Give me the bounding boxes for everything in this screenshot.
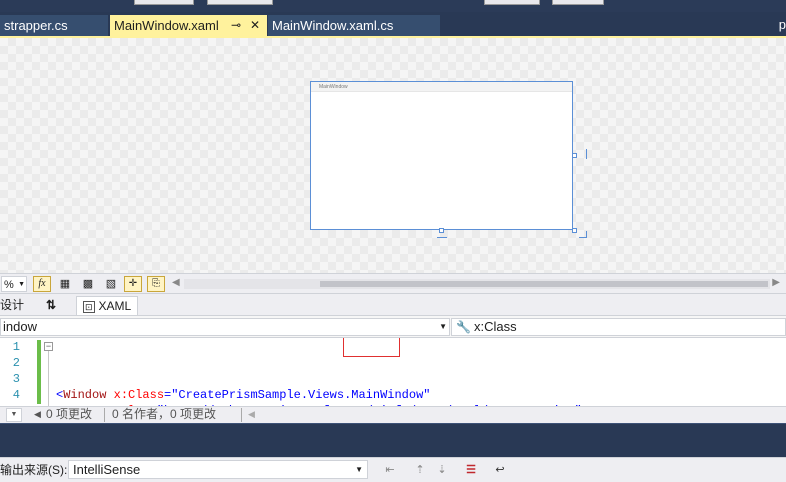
chevron-down-icon: ▼ — [439, 322, 447, 331]
changes-count[interactable]: 0 项更改 — [46, 407, 92, 422]
chevron-down-icon[interactable]: ▼ — [6, 408, 22, 422]
size-guide-vertical — [586, 149, 587, 159]
output-source-label: 输出来源(S): — [0, 463, 68, 477]
zoom-combo[interactable]: % ▼ — [1, 276, 27, 292]
scroll-right-icon[interactable]: ▶ — [772, 277, 780, 288]
tab-label: MainWindow.xaml — [114, 18, 219, 33]
toolbar-combo-1[interactable] — [134, 0, 194, 5]
element-selector-bar: indow ▼ 🔧 x:Class — [0, 315, 786, 338]
chevron-down-icon: ▼ — [18, 281, 25, 288]
ide-window: strapper.cs MainWindow.xaml ⊸ ✕ MainWind… — [0, 0, 786, 482]
next-message-icon[interactable]: ⇣ — [434, 462, 450, 478]
grid-icon[interactable]: ▦ — [58, 277, 72, 291]
code-line[interactable]: <Window x:Class="CreatePrismSample.Views… — [56, 387, 582, 403]
line-number-gutter: 1 2 3 4 — [0, 338, 40, 406]
code-icon[interactable]: ⎘ — [147, 276, 165, 292]
scroll-left-icon[interactable]: ◀ — [172, 277, 180, 288]
element-selector-value: indow — [3, 319, 37, 334]
xaml-icon: ⊡ — [83, 301, 95, 313]
designer-toolbar: % ▼ fx ▦ ▩ ▧ ✛ ⎘ ◀ ▶ — [0, 273, 786, 293]
tab-bootstrapper[interactable]: strapper.cs — [0, 15, 108, 36]
member-selector-value: x:Class — [474, 319, 517, 334]
resize-handle-right[interactable] — [572, 153, 577, 158]
code-token: x:Class — [106, 388, 165, 402]
code-token: Window — [63, 388, 107, 402]
output-source-select[interactable]: IntelliSense ▼ — [68, 460, 368, 479]
formula-button[interactable]: fx — [33, 276, 51, 292]
close-icon[interactable]: ✕ — [250, 15, 260, 36]
toolbar-combo-3[interactable] — [484, 0, 540, 5]
window-preview[interactable]: MainWindow — [310, 81, 573, 230]
toggle-word-wrap-icon[interactable]: ↩ — [492, 462, 508, 478]
code-lines: <Window x:Class="CreatePrismSample.Views… — [56, 338, 582, 406]
toolbar-combo-4[interactable] — [552, 0, 604, 5]
view-tabs: 设计 ⇅ ⊡ XAML — [0, 293, 786, 316]
resize-handle-bottom[interactable] — [439, 228, 444, 233]
horizontal-scrollbar[interactable] — [184, 279, 770, 289]
snap-lines-icon[interactable]: ✛ — [124, 276, 142, 292]
authors-count[interactable]: 0 名作者，0 项更改 — [112, 407, 216, 422]
tab-design[interactable]: 设计 — [0, 296, 24, 314]
tab-label: strapper.cs — [4, 18, 68, 33]
previous-message-icon[interactable]: ⇡ — [412, 462, 428, 478]
overflow-text: p — [778, 17, 786, 32]
zoom-value: % — [4, 279, 14, 291]
scrollbar-thumb[interactable] — [320, 281, 768, 287]
tab-xaml-label: XAML — [98, 299, 132, 313]
output-toolbar: 输出来源(S): IntelliSense ▼ ⇤ ⇡ ⇣ ☰ ↩ — [0, 457, 786, 482]
element-selector[interactable]: indow ▼ — [0, 318, 450, 336]
divider — [104, 408, 105, 422]
highlight-annotation-box — [343, 338, 400, 357]
clear-all-icon[interactable]: ☰ — [463, 462, 479, 478]
divider — [241, 408, 242, 422]
resize-handle-corner[interactable] — [572, 228, 577, 233]
tab-mainwindow-xaml-cs[interactable]: MainWindow.xaml.cs — [268, 15, 440, 36]
find-message-icon[interactable]: ⇤ — [382, 462, 398, 478]
output-source-value: IntelliSense — [73, 462, 141, 477]
wrench-icon: 🔧 — [456, 320, 471, 334]
line-number: 2 — [12, 356, 20, 370]
tab-label: MainWindow.xaml.cs — [272, 18, 394, 33]
line-number: 4 — [12, 388, 20, 402]
pin-icon[interactable]: ⊸ — [231, 15, 241, 36]
tab-xaml[interactable]: ⊡ XAML — [76, 296, 138, 316]
artboard-icon[interactable]: ▧ — [104, 277, 118, 291]
tab-mainwindow-xaml[interactable]: MainWindow.xaml ⊸ ✕ — [110, 15, 267, 36]
outline-line — [48, 351, 49, 406]
toolbar-combo-2[interactable] — [207, 0, 273, 5]
code-token: "CreatePrismSample.Views.MainWindow" — [171, 388, 431, 402]
member-selector[interactable]: 🔧 x:Class — [451, 318, 786, 336]
size-guide-horizontal — [437, 237, 447, 238]
swap-panes-icon[interactable]: ⇅ — [46, 296, 56, 314]
chevron-left-icon[interactable]: ◀ — [34, 407, 41, 422]
line-number: 3 — [12, 372, 20, 386]
panel-separator — [0, 423, 786, 457]
snap-grid-icon[interactable]: ▩ — [81, 277, 95, 291]
xaml-designer-surface[interactable]: MainWindow — [0, 38, 786, 273]
window-preview-title: MainWindow — [311, 82, 572, 92]
scroll-left-icon[interactable]: ◀ — [248, 407, 255, 422]
line-number: 1 — [12, 340, 20, 354]
editor-status-strip: ▼ ◀ 0 项更改 0 名作者，0 项更改 ◀ — [0, 406, 786, 423]
collapse-icon[interactable]: − — [44, 342, 53, 351]
top-toolbar-strip — [0, 0, 786, 12]
change-tracking-bar — [37, 340, 41, 404]
document-tab-bar: strapper.cs MainWindow.xaml ⊸ ✕ MainWind… — [0, 12, 786, 36]
chevron-down-icon: ▼ — [355, 465, 363, 474]
code-editor[interactable]: 1 2 3 4 − <Window x:Class="CreatePrismSa… — [0, 338, 786, 406]
corner-guide-v — [586, 231, 587, 238]
